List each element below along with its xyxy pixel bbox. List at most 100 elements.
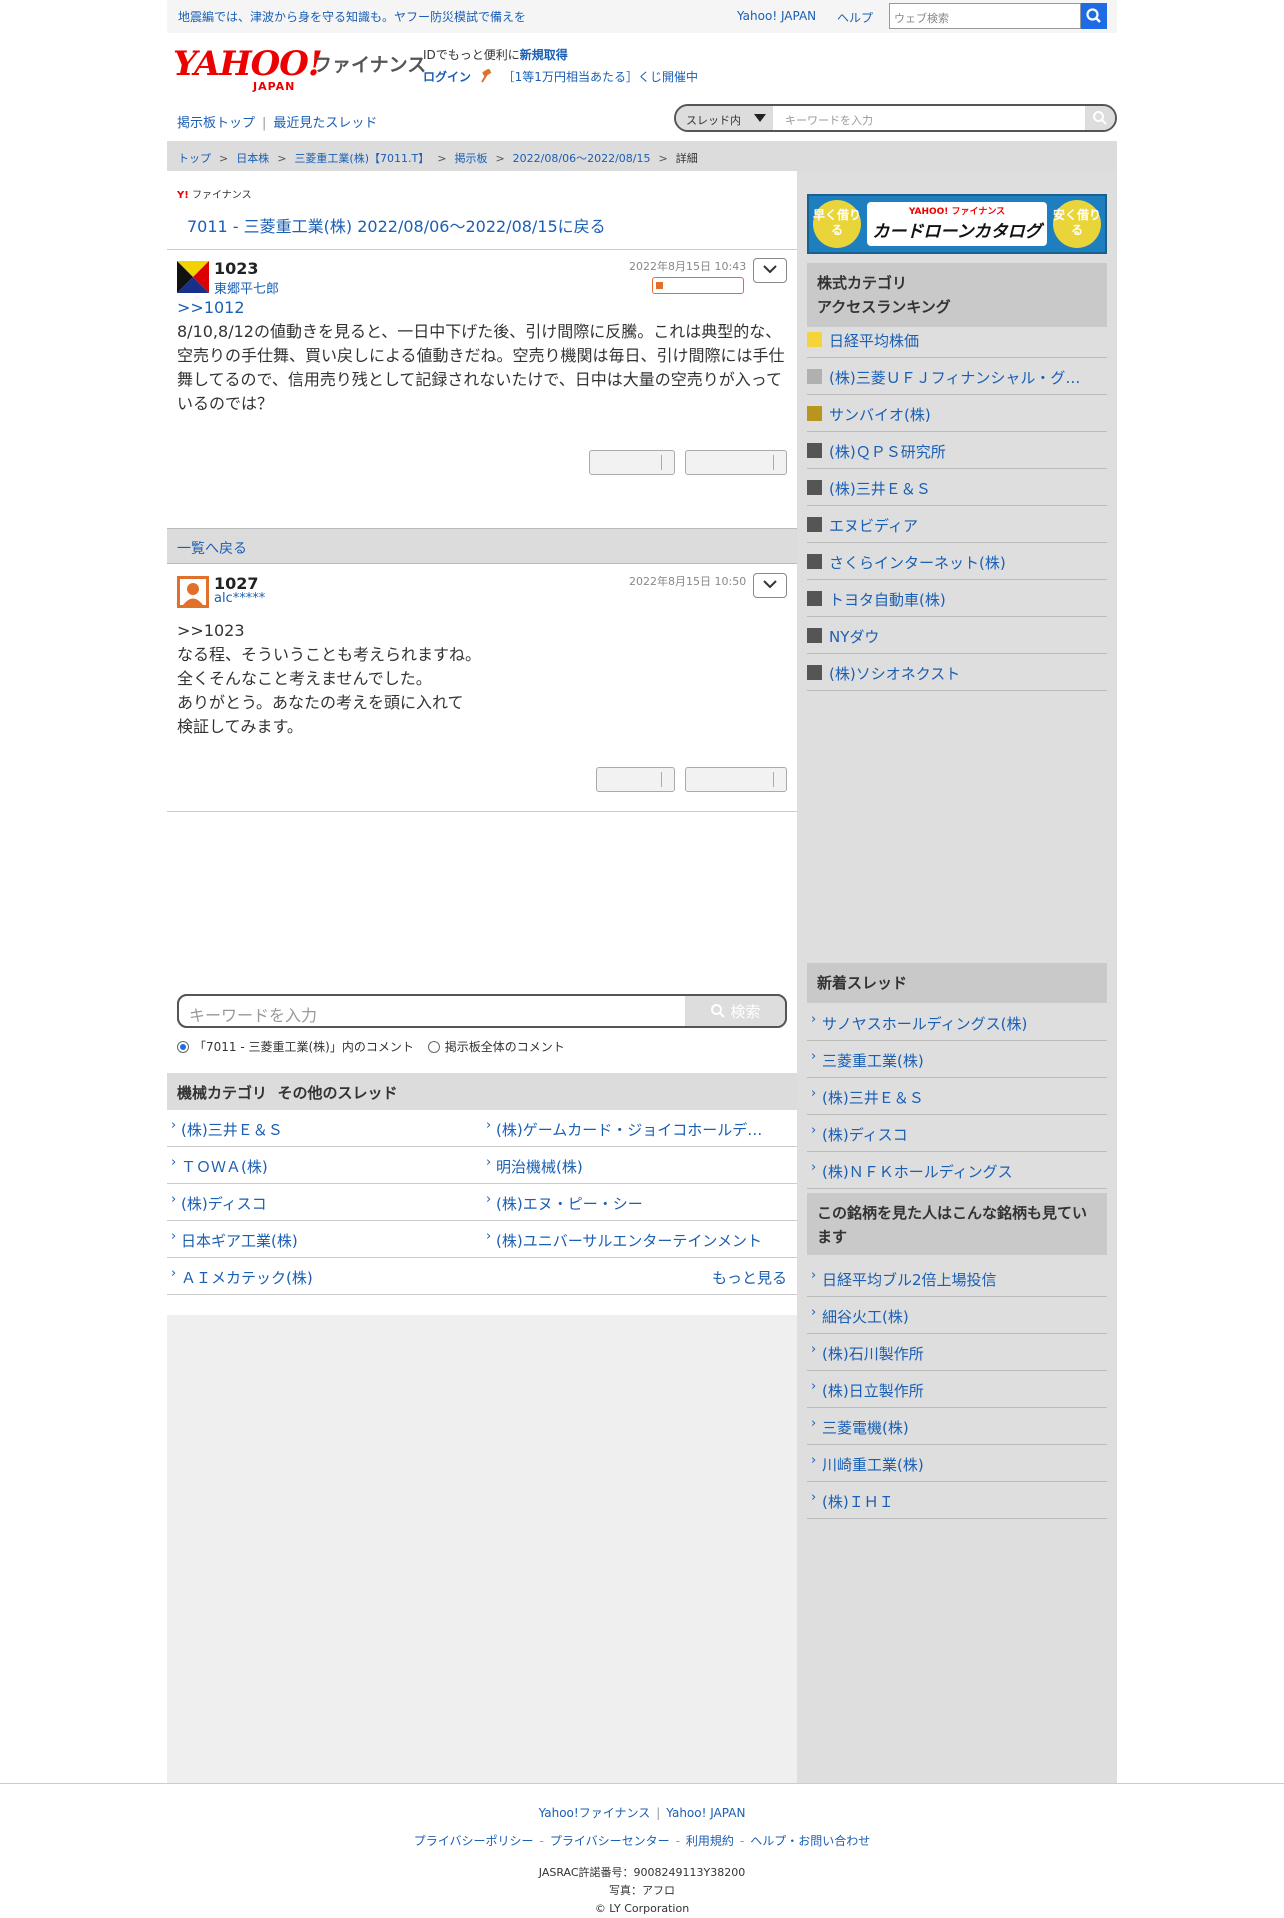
breadcrumb-jp-stocks[interactable]: 日本株	[236, 152, 269, 165]
sidebar: 早く借りる YAHOO! ファイナンス カードローンカタログ 安く借りる 株式カ…	[797, 171, 1117, 1783]
other-thread-link[interactable]: (株)ユニバーサルエンターテインメント	[482, 1221, 797, 1258]
also-viewed-link[interactable]: 日経平均ブル2倍上場投信	[807, 1260, 1107, 1297]
ranking-item[interactable]: さくらインターネット(株)	[807, 543, 1107, 580]
post-line: ありがとう。あなたの考えを頭に入れて	[177, 693, 464, 712]
other-thread-link[interactable]: (株)ディスコ	[167, 1184, 482, 1221]
ranking-item-label: (株)三菱ＵＦＪフィナンシャル・グ…	[829, 369, 1081, 387]
finance-brand-small-label: ファイナンス	[192, 190, 252, 201]
ranking-item[interactable]: (株)三菱ＵＦＪフィナンシャル・グ…	[807, 358, 1107, 395]
id-box: IDでもっと便利に新規取得 ログイン ［1等1万円相当あたる］くじ開催中	[423, 46, 698, 85]
signup-link[interactable]: 新規取得	[520, 48, 568, 62]
ranking-item-label: (株)ソシオネクスト	[829, 665, 961, 683]
footer-yahoo-link[interactable]: Yahoo! JAPAN	[666, 1806, 745, 1820]
footer-finance-link[interactable]: Yahoo!ファイナンス	[539, 1806, 651, 1820]
nav-divider: |	[262, 116, 267, 131]
other-thread-link[interactable]: ＴＯＷＡ(株)	[167, 1147, 482, 1184]
other-thread-link[interactable]: ＡＩメカテック(株)	[167, 1258, 482, 1295]
disaster-notice-link[interactable]: 地震編では、津波から身を守る知識も。ヤフー防災模試で備えを	[178, 8, 526, 25]
post-user-link[interactable]: alc*****	[214, 591, 265, 606]
search-scope-label: スレッド内	[686, 114, 741, 127]
also-viewed-link[interactable]: 細谷火工(株)	[807, 1297, 1107, 1334]
ranking-item[interactable]: 日経平均株価	[807, 321, 1107, 358]
board-top-link[interactable]: 掲示板トップ	[177, 116, 255, 131]
web-search-input[interactable]: ウェブ検索	[889, 3, 1081, 29]
ranking-item-label: エヌビディア	[829, 517, 918, 535]
help-link[interactable]: ヘルプ	[837, 9, 873, 26]
id-text: IDでもっと便利に	[423, 48, 520, 62]
divider	[167, 249, 797, 250]
like-button[interactable]	[596, 767, 675, 792]
scope-thread-radio[interactable]	[177, 1041, 189, 1053]
new-thread-link[interactable]: (株)ＮＦＫホールディングス	[807, 1152, 1107, 1189]
privacy-center-link[interactable]: プライバシーセンター	[550, 1834, 670, 1848]
card-loan-ad-banner[interactable]: 早く借りる YAHOO! ファイナンス カードローンカタログ 安く借りる	[807, 194, 1107, 254]
login-link[interactable]: ログイン	[423, 70, 471, 84]
new-thread-link[interactable]: 三菱重工業(株)	[807, 1041, 1107, 1078]
lottery-link[interactable]: ［1等1万円相当あたる］くじ開催中	[503, 70, 698, 84]
rank-color-marker	[807, 369, 822, 384]
thread-search-bar: スレッド内 キーワードを入力	[674, 104, 1117, 132]
search-scope-select[interactable]: スレッド内	[676, 106, 773, 130]
ranking-item[interactable]: (株)ソシオネクスト	[807, 654, 1107, 691]
other-thread-link[interactable]: 明治機械(株)	[482, 1147, 797, 1184]
other-thread-link[interactable]: (株)エヌ・ピー・シー	[482, 1184, 797, 1221]
help-contact-link[interactable]: ヘルプ・お問い合わせ	[750, 1834, 870, 1848]
dislike-button[interactable]	[685, 450, 787, 475]
also-viewed-link[interactable]: 三菱電機(株)	[807, 1408, 1107, 1445]
ranking-item-label: トヨタ自動車(株)	[829, 591, 946, 609]
breadcrumb-stock[interactable]: 三菱重工業(株)【7011.T】	[294, 152, 429, 165]
post-body: >>1023 なる程、そういうことも考えられますね。 全くそんなこと考えませんで…	[177, 619, 789, 739]
also-viewed-link[interactable]: (株)石川製作所	[807, 1334, 1107, 1371]
ranking-item[interactable]: NYダウ	[807, 617, 1107, 654]
web-search-button[interactable]	[1081, 3, 1107, 29]
recent-threads-link[interactable]: 最近見たスレッド	[273, 116, 377, 131]
new-thread-link[interactable]: (株)三井Ｅ＆Ｓ	[807, 1078, 1107, 1115]
reply-anchor-link[interactable]: >>1012	[177, 296, 789, 320]
ranking-item[interactable]: エヌビディア	[807, 506, 1107, 543]
footer: Yahoo!ファイナンス | Yahoo! JAPAN プライバシーポリシー - プライ…	[0, 1783, 1284, 1918]
also-viewed-link[interactable]: (株)日立製作所	[807, 1371, 1107, 1408]
yahoo-finance-logo[interactable]: YAHOO! JAPAN ファイナンス	[173, 44, 426, 93]
privacy-policy-link[interactable]: プライバシーポリシー	[414, 1834, 534, 1848]
ranking-item[interactable]: トヨタ自動車(株)	[807, 580, 1107, 617]
new-thread-link[interactable]: (株)ディスコ	[807, 1115, 1107, 1152]
ranking-item-label: 日経平均株価	[829, 332, 920, 350]
dislike-button[interactable]	[685, 767, 787, 792]
post-user-link[interactable]: 東郷平七郎	[214, 278, 279, 297]
new-thread-link[interactable]: サノヤスホールディングス(株)	[807, 1004, 1107, 1041]
chevron-down-icon	[763, 580, 777, 589]
keyword-search-input[interactable]: キーワードを入力	[189, 1002, 317, 1026]
also-viewed-heading: この銘柄を見た人はこんな銘柄も見ています	[807, 1193, 1107, 1255]
ranking-item[interactable]: (株)三井Ｅ＆Ｓ	[807, 469, 1107, 506]
other-thread-link[interactable]: (株)三井Ｅ＆Ｓ	[167, 1110, 482, 1147]
breadcrumb-top[interactable]: トップ	[178, 152, 211, 165]
back-to-list-link[interactable]: 一覧へ戻る	[167, 528, 797, 564]
more-threads-link[interactable]: もっと見る	[482, 1258, 797, 1295]
ad-title: カードローンカタログ	[872, 222, 1042, 242]
also-viewed-link[interactable]: (株)ＩＨＩ	[807, 1482, 1107, 1519]
ranking-item-label: さくらインターネット(株)	[829, 554, 1006, 572]
search-icon	[710, 1004, 725, 1018]
post-menu-button[interactable]	[753, 573, 787, 598]
breadcrumb-board[interactable]: 掲示板	[454, 152, 487, 165]
ranking-item[interactable]: (株)ＱＰＳ研究所	[807, 432, 1107, 469]
ranking-heading: 株式カテゴリ アクセスランキング	[807, 263, 1107, 327]
breadcrumb-period[interactable]: 2022/08/06〜2022/08/15	[513, 152, 651, 165]
other-thread-link[interactable]: (株)ゲームカード・ジョイコホールデ…	[482, 1110, 797, 1147]
terms-link[interactable]: 利用規約	[686, 1834, 734, 1848]
post-menu-button[interactable]	[753, 258, 787, 283]
keyword-search-bar: キーワードを入力 検索	[177, 994, 787, 1028]
back-to-thread-link[interactable]: 7011 - 三菱重工業(株) 2022/08/06〜2022/08/15に戻る	[187, 213, 606, 237]
also-viewed-link[interactable]: 川崎重工業(株)	[807, 1445, 1107, 1482]
top-bar: 地震編では、津波から身を守る知識も。ヤフー防災模試で備えを Yahoo! JAP…	[167, 0, 1117, 33]
scope-all-radio[interactable]	[427, 1041, 440, 1053]
thread-search-button[interactable]	[1085, 106, 1115, 130]
like-button[interactable]	[589, 450, 675, 475]
post-date: 2022年8月15日 10:43	[629, 260, 747, 273]
thread-search-input[interactable]: キーワードを入力	[773, 106, 1085, 130]
keyword-search-button[interactable]: 検索	[685, 996, 785, 1026]
ranking-item[interactable]: サンバイオ(株)	[807, 395, 1107, 432]
yahoo-japan-link[interactable]: Yahoo! JAPAN	[737, 9, 816, 23]
other-thread-link[interactable]: 日本ギア工業(株)	[167, 1221, 482, 1258]
ad-right-badge: 安く借りる	[1053, 200, 1101, 248]
